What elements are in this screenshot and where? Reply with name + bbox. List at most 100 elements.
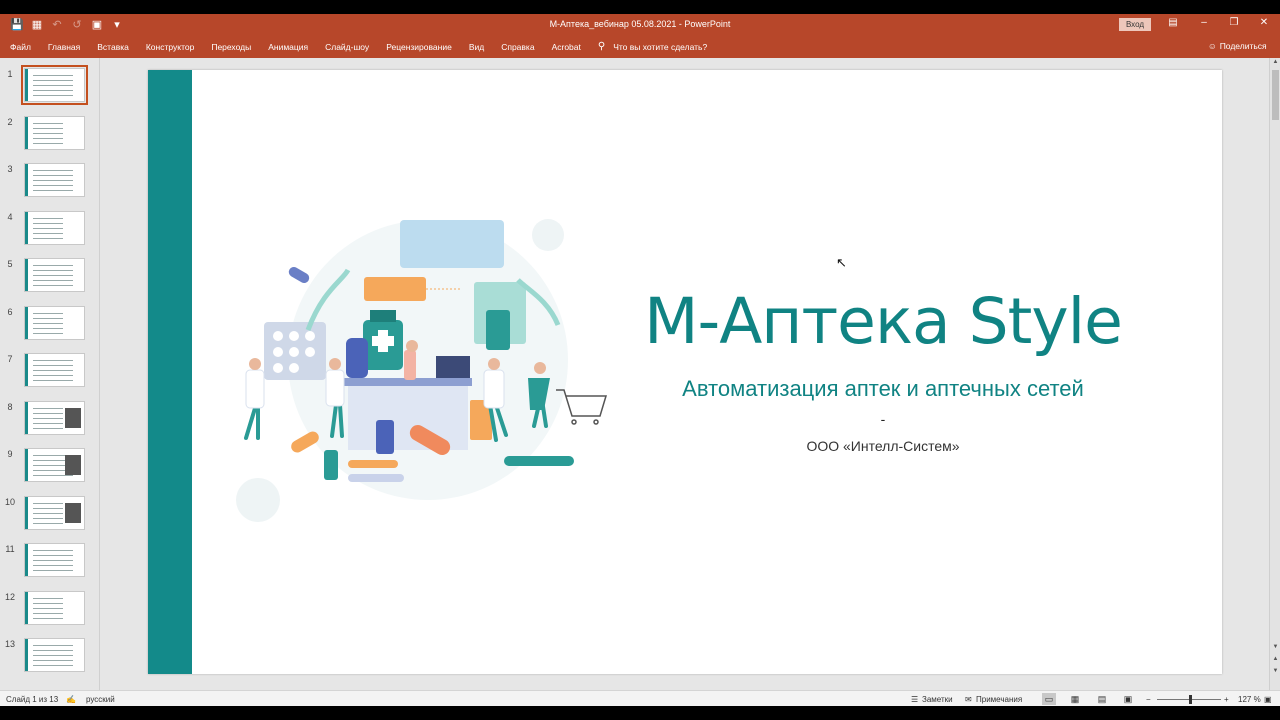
share-label: Поделиться xyxy=(1219,41,1267,51)
slide-number: 4 xyxy=(7,211,13,222)
thumbnail-text-line xyxy=(33,142,63,144)
thumbnail-text-line xyxy=(33,427,63,429)
powerpoint-window: 💾 ▦ ↶ ↺ ▣ ▾ М-Аптека_вебинар 05.08.2021 … xyxy=(0,0,1280,720)
comments-icon: ✉ xyxy=(965,695,972,704)
thumbnail-text-line xyxy=(33,570,73,571)
language-indicator[interactable]: русский xyxy=(86,695,115,704)
share-button[interactable]: ☺ Поделиться xyxy=(1208,41,1267,51)
tab-view[interactable]: Вид xyxy=(469,42,484,52)
thumbnail-text-line xyxy=(33,512,63,514)
normal-view-icon[interactable]: ▭ xyxy=(1042,693,1056,705)
tab-file[interactable]: Файл xyxy=(10,42,31,52)
notes-icon: ☰ xyxy=(911,695,919,704)
tab-slideshow[interactable]: Слайд-шоу xyxy=(325,42,369,52)
thumbnail-text-line xyxy=(33,75,73,76)
minimize-icon[interactable]: – xyxy=(1197,17,1211,28)
thumbnail-accent-bar xyxy=(25,354,28,386)
reading-view-icon[interactable]: ▤ xyxy=(1095,693,1109,705)
ribbon-display-icon[interactable]: ▤ xyxy=(1166,17,1180,28)
slide-thumbnail[interactable] xyxy=(24,258,85,292)
tab-home[interactable]: Главная xyxy=(48,42,80,52)
thumbnail-text-line xyxy=(33,170,73,171)
thumbnail-text-line xyxy=(33,175,73,176)
thumbnail-text-line xyxy=(33,237,63,239)
slide-title[interactable]: М-Аптека Style xyxy=(588,285,1178,358)
slide-thumbnail[interactable] xyxy=(24,210,85,245)
slide-sorter-icon[interactable]: ▦ xyxy=(1068,693,1082,705)
slide-thumbnail[interactable] xyxy=(24,590,85,625)
slide-thumbnail[interactable] xyxy=(24,163,85,197)
thumbnail-accent-bar xyxy=(25,211,28,244)
slide-counter: Слайд 1 из 13 xyxy=(6,695,59,704)
scrollbar-thumb[interactable] xyxy=(1272,70,1279,120)
prev-slide-icon[interactable]: ▲ xyxy=(1270,656,1280,662)
slide-number: 7 xyxy=(7,354,13,364)
thumbnail-text-line xyxy=(33,80,73,81)
slide-number: 12 xyxy=(4,591,15,602)
thumbnail-text-line xyxy=(33,665,73,666)
slide-number: 10 xyxy=(4,496,15,507)
slide-thumbnail[interactable] xyxy=(24,305,85,340)
notes-button[interactable]: Заметки xyxy=(922,695,953,704)
thumbnail-accent-bar xyxy=(25,259,28,291)
vertical-scrollbar[interactable]: ▲ ▼ ▲ ▼ xyxy=(1269,58,1280,690)
thumbnail-text-line xyxy=(33,85,73,86)
ribbon-tabs: Файл Главная Вставка Конструктор Переход… xyxy=(0,36,1280,58)
slide-organization[interactable]: ООО «Интелл-Систем» xyxy=(588,438,1178,454)
thumbnail-accent-bar xyxy=(25,306,28,339)
thumbnail-text-line xyxy=(33,285,73,286)
thumbnail-text-line xyxy=(33,660,73,661)
comments-button[interactable]: Примечания xyxy=(976,695,1022,704)
zoom-level[interactable]: 127 % xyxy=(1238,695,1261,704)
slide-thumbnail[interactable] xyxy=(21,65,88,105)
tab-animations[interactable]: Анимация xyxy=(268,42,308,52)
tab-transitions[interactable]: Переходы xyxy=(211,42,251,52)
scroll-down-icon[interactable]: ▼ xyxy=(1270,644,1280,650)
slide-teal-bar xyxy=(148,70,192,674)
thumbnail-accent-bar xyxy=(25,496,28,529)
signin-button[interactable]: Вход xyxy=(1119,18,1151,31)
slide-thumbnail[interactable] xyxy=(24,543,85,577)
tab-review[interactable]: Рецензирование xyxy=(386,42,452,52)
fit-slide-icon[interactable]: ▣ xyxy=(1264,695,1272,704)
slide-thumbnail[interactable] xyxy=(24,115,85,150)
thumbnail-text-line xyxy=(33,127,63,129)
zoom-slider-knob[interactable] xyxy=(1189,695,1192,704)
close-icon[interactable]: ✕ xyxy=(1257,17,1271,28)
spellcheck-icon[interactable]: ✍ xyxy=(66,695,76,704)
thumbnail-text-line xyxy=(33,222,63,224)
next-slide-icon[interactable]: ▼ xyxy=(1270,668,1280,674)
thumbnail-text-line xyxy=(33,132,63,134)
slide-thumbnail[interactable] xyxy=(24,353,85,387)
thumbnail-text-line xyxy=(33,412,63,414)
thumbnail-text-line xyxy=(33,422,63,424)
status-bar: Слайд 1 из 13 ✍ русский ☰ Заметки ✉ Прим… xyxy=(0,690,1280,706)
thumbnail-text-line xyxy=(33,565,73,566)
thumbnail-text-line xyxy=(33,270,73,271)
slide-thumbnail[interactable] xyxy=(24,638,85,672)
thumbnail-text-line xyxy=(33,655,73,656)
thumbnail-text-line xyxy=(33,137,63,139)
thumbnail-text-line xyxy=(33,650,73,651)
tab-design[interactable]: Конструктор xyxy=(146,42,194,52)
thumbnail-text-line xyxy=(33,522,63,524)
tab-help[interactable]: Справка xyxy=(501,42,534,52)
slide-thumbnail[interactable] xyxy=(24,448,85,482)
slide-thumbnail[interactable] xyxy=(24,400,85,435)
zoom-in-button[interactable]: + xyxy=(1224,695,1229,704)
slide-thumbnail[interactable] xyxy=(24,495,85,530)
slideshow-view-icon[interactable]: ▣ xyxy=(1121,693,1135,705)
tab-acrobat[interactable]: Acrobat xyxy=(552,42,581,52)
scroll-up-icon[interactable]: ▲ xyxy=(1270,59,1280,65)
restore-icon[interactable]: ❐ xyxy=(1227,17,1241,28)
thumbnail-accent-bar xyxy=(25,591,28,624)
zoom-out-button[interactable]: − xyxy=(1146,695,1151,704)
slide-subtitle[interactable]: Автоматизация аптек и аптечных сетей xyxy=(588,376,1178,402)
thumbnail-text-line xyxy=(33,232,63,234)
thumbnail-text-line xyxy=(33,507,63,509)
tab-insert[interactable]: Вставка xyxy=(97,42,129,52)
tell-me-search[interactable]: Что вы хотите сделать? xyxy=(613,42,707,52)
current-slide[interactable]: М-Аптека Style Автоматизация аптек и апт… xyxy=(148,70,1222,674)
person-icon: ☺ xyxy=(1208,41,1217,51)
thumbnail-text-line xyxy=(33,475,73,476)
